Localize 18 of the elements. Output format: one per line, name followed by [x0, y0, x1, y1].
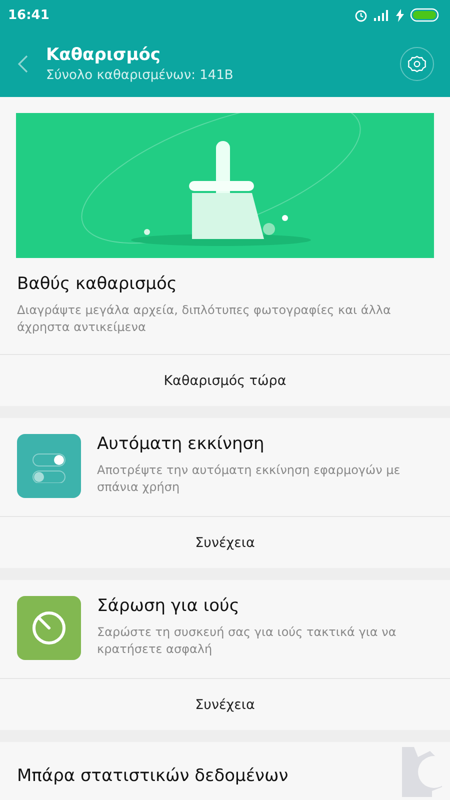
card-title: Αυτόματη εκκίνηση [97, 434, 266, 454]
card-title: Σάρωση για ιούς [97, 596, 240, 616]
timer-icon [32, 611, 66, 645]
card-description: Σαρώστε τη συσκευή σας για ιούς τακτικά για να κρατήσετε ασφαλή [97, 624, 398, 658]
card-title: Μπάρα στατιστικών δεδομένων [17, 766, 288, 788]
battery-icon [410, 8, 440, 22]
card-title: Βαθύς καθαρισμός [17, 274, 178, 294]
signal-icon [374, 9, 390, 21]
back-button[interactable] [18, 54, 28, 72]
card-description: Αποτρέψτε την αυτόματη εκκίνηση εφαρμογών με σπάνια χρήση [97, 462, 402, 496]
page-title: Καθαρισμός [46, 44, 162, 64]
cleaned-total: Σύνολο καθαρισμένων: 141B [46, 68, 234, 82]
alarm-icon [354, 8, 368, 22]
settings-icon [408, 54, 426, 72]
settings-button[interactable] [400, 46, 434, 80]
card-description: Διαγράψτε μεγάλα αρχεία, διπλότυπες φωτογραφίες και άλλα άχρηστα αντικείμενα [17, 302, 392, 336]
status-time: 16:41 [8, 8, 50, 22]
charging-icon [396, 8, 404, 22]
